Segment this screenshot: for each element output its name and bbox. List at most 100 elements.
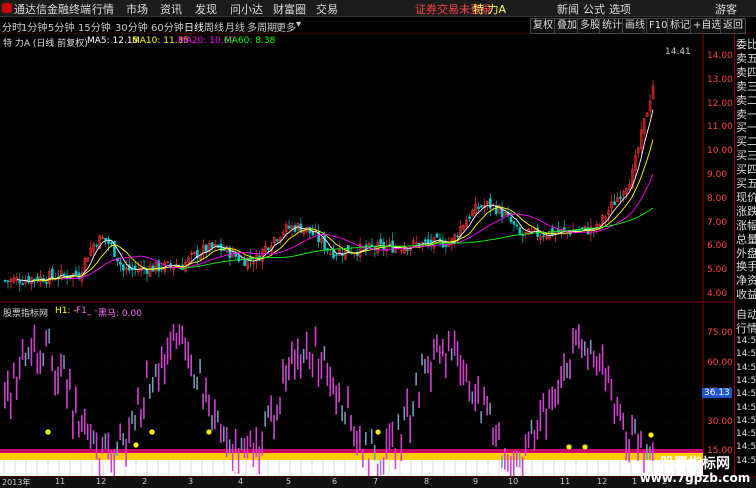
menu-item-quotes[interactable]: 行情	[92, 1, 114, 17]
candle-body	[406, 249, 409, 252]
candle-body	[562, 227, 566, 230]
date-tick: 12	[597, 477, 608, 486]
tab-more[interactable]: 更多	[276, 19, 296, 34]
candle-body	[243, 258, 246, 266]
tab-15min[interactable]: 15分钟	[78, 19, 111, 34]
indicator-bar	[205, 377, 207, 403]
back-button[interactable]: 返回	[720, 18, 746, 34]
buy-signal-dot	[566, 444, 572, 450]
indicator-bar	[495, 424, 497, 447]
indicator-bar	[169, 331, 172, 360]
indicator-bar	[515, 450, 518, 467]
tab-1min[interactable]: 1分钟	[21, 19, 47, 34]
buy-signal-dot	[149, 429, 155, 435]
draw-line-button[interactable]: 画线	[622, 18, 648, 34]
app-logo-icon	[2, 3, 12, 13]
indicator-axis: 75.0060.0045.0030.0015.00	[704, 299, 734, 469]
candle-body	[119, 261, 122, 265]
tick-time: 14:5	[736, 375, 756, 386]
indicator-bar	[202, 393, 204, 410]
menu-item-trade[interactable]: 交易	[316, 1, 338, 17]
indicator-bar	[151, 376, 154, 393]
menu-item-discover[interactable]: 发现	[195, 1, 217, 17]
price-tick: 10.00	[707, 146, 733, 157]
indicator-bar	[391, 421, 394, 448]
tab-weekly[interactable]: 周线	[204, 19, 224, 34]
menu-item-market[interactable]: 市场	[126, 1, 148, 17]
indicator-bar	[63, 355, 65, 369]
chart-canvas[interactable]	[0, 34, 734, 476]
indicator-bar	[228, 439, 231, 454]
indicator-bar	[628, 438, 630, 463]
indicator-bar	[557, 379, 559, 405]
indicator-bar	[335, 385, 338, 415]
date-tick: 5	[286, 477, 292, 486]
indicator-bar	[107, 432, 110, 460]
candle-body	[477, 206, 480, 209]
guest-user[interactable]: 游客	[715, 1, 737, 17]
indicator-bar	[566, 362, 568, 378]
date-tick: 11	[55, 477, 66, 486]
indicator-bar	[504, 447, 506, 470]
indicator-bar	[341, 405, 343, 422]
more-chevron-icon[interactable]: ▾	[296, 19, 301, 30]
menu-item-news[interactable]: 资讯	[160, 1, 182, 17]
indicator-bar	[427, 356, 429, 374]
indicator-bar	[456, 341, 459, 367]
tab-multi-period[interactable]: 多周期	[247, 19, 277, 34]
indicator-bar	[143, 397, 145, 420]
tab-daily[interactable]: 日线	[184, 19, 204, 34]
indicator-bar	[137, 387, 139, 405]
indicator-bar	[249, 430, 252, 448]
indicator-bar	[362, 448, 364, 468]
tab-monthly[interactable]: 月线	[225, 19, 245, 34]
indicator-bar	[631, 414, 633, 436]
indicator-bar	[75, 386, 77, 414]
indicator-bar	[27, 346, 30, 359]
indicator-bar	[607, 365, 610, 384]
indicator-bar	[512, 451, 515, 476]
tab-30min[interactable]: 30分钟	[115, 19, 148, 34]
tick-time: 14:5	[736, 349, 756, 360]
indicator-name: 股票指标网	[3, 309, 49, 319]
indicator-bar	[36, 353, 39, 375]
indicator-bar	[95, 432, 98, 460]
menu-item-headlines[interactable]: 新闻	[557, 1, 579, 17]
menu-item-options[interactable]: 选项	[609, 1, 631, 17]
indicator-bar	[243, 438, 246, 459]
indicator-bar	[365, 431, 367, 446]
candle-body	[74, 270, 78, 276]
kline-chart[interactable]: 特 力A (日线 前复权) MA5: 12.15 MA10: 11.35 MA2…	[0, 34, 734, 476]
tick-time: 14:5	[736, 336, 756, 346]
indicator-bar	[214, 399, 216, 430]
black-horse-label: 黑马: 0.00	[98, 309, 142, 319]
restore-rights-button[interactable]: 复权	[530, 18, 556, 34]
signal-strip	[0, 449, 703, 453]
indicator-bar	[175, 332, 178, 350]
candle-body	[210, 242, 214, 248]
tab-5min[interactable]: 5分钟	[48, 19, 74, 34]
indicator-bar	[51, 355, 53, 372]
candle-body	[379, 238, 383, 245]
candle-body	[133, 265, 137, 270]
menu-item-wealth[interactable]: 财富圈	[273, 1, 306, 17]
realtime-label[interactable]: 行情	[736, 320, 756, 336]
menu-item-ask[interactable]: 问小达	[230, 1, 263, 17]
tab-intraday[interactable]: 分时	[2, 19, 22, 34]
candle-body	[435, 233, 439, 238]
candle-body	[122, 264, 125, 271]
candle-body	[488, 198, 492, 209]
indicator-bar	[134, 414, 136, 431]
menu-item-formula[interactable]: 公式	[583, 1, 605, 17]
price-tick: 8.00	[707, 193, 728, 204]
indicator-bar	[604, 367, 607, 392]
indicator-bar	[572, 327, 574, 354]
indicator-bar	[430, 361, 432, 392]
indicator-bar	[225, 426, 228, 457]
indicator-bar	[394, 447, 397, 470]
indicator-bar	[270, 395, 272, 422]
indicator-bar	[273, 414, 275, 440]
indicator-bar	[533, 429, 536, 451]
quote-field-label: 收益	[736, 288, 756, 302]
tab-60min[interactable]: 60分钟	[151, 19, 184, 34]
